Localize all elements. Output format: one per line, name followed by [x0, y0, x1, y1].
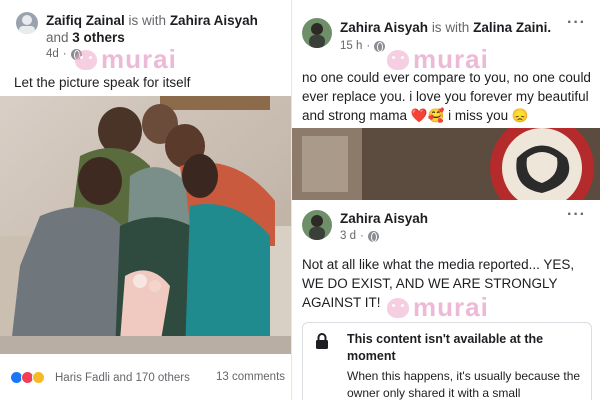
unavailable-body: When this happens, it's usually because … [347, 369, 581, 400]
with-text: is with [128, 13, 167, 28]
left-post: Zaifiq Zainal is with Zahira Aisyah and … [0, 0, 292, 400]
post-text: no one could ever compare to you, no one… [302, 70, 591, 123]
globe-icon [374, 40, 386, 52]
author-avatar[interactable] [16, 12, 38, 34]
haha-icon [32, 371, 45, 384]
lock-icon [316, 333, 328, 349]
more-options-icon[interactable]: ··· [567, 206, 586, 224]
reactions-bar[interactable]: Haris Fadli and 170 others [10, 371, 190, 384]
right-post-1: Zahira Aisyah is with Zalina Zaini. ··· … [292, 0, 600, 128]
globe-icon [367, 230, 379, 242]
post-caption: Let the picture speak for itself [14, 75, 191, 90]
with-text: is with [431, 20, 470, 35]
others-link[interactable]: 3 others [72, 30, 125, 45]
group-photo-image [0, 96, 292, 354]
author-name[interactable]: Zahira Aisyah [340, 20, 428, 35]
tagged-name[interactable]: Zalina Zaini. [473, 20, 551, 35]
post-time[interactable]: 3 d [340, 230, 356, 242]
group-photo[interactable] [0, 96, 292, 354]
post-meta: 4d · [46, 48, 82, 60]
reactions-count[interactable]: Haris Fadli and 170 others [55, 372, 190, 384]
post-meta: 15 h · [340, 40, 386, 52]
post-photo-image [292, 128, 600, 200]
unavailable-title: This content isn't available at the mome… [347, 332, 544, 363]
post-header: Zaifiq Zainal is with Zahira Aisyah and … [46, 12, 286, 46]
and-text: and [46, 30, 69, 45]
watermark: murai [75, 44, 177, 75]
comments-count[interactable]: 13 comments [216, 371, 285, 383]
unavailable-content-card[interactable]: This content isn't available at the mome… [302, 322, 592, 400]
tagged-name[interactable]: Zahira Aisyah [170, 13, 258, 28]
post-photo[interactable] [292, 128, 600, 200]
post-meta: 3 d · [340, 230, 379, 242]
author-avatar[interactable] [302, 18, 332, 48]
post-header: Zahira Aisyah is with Zalina Zaini. [340, 19, 580, 36]
author-name[interactable]: Zaifiq Zainal [46, 13, 125, 28]
post-time[interactable]: 4d [46, 48, 59, 60]
more-options-icon[interactable]: ··· [567, 14, 586, 32]
author-avatar[interactable] [302, 210, 332, 240]
post-time[interactable]: 15 h [340, 40, 362, 52]
reaction-icons [10, 371, 45, 384]
right-post-2: Zahira Aisyah ··· 3 d · Not at all like … [292, 200, 600, 400]
globe-icon [70, 48, 82, 60]
watermark-logo-icon [387, 49, 409, 70]
post-header: Zahira Aisyah [340, 210, 428, 227]
author-name[interactable]: Zahira Aisyah [340, 211, 428, 226]
post-text: Not at all like what the media reported.… [302, 257, 575, 310]
